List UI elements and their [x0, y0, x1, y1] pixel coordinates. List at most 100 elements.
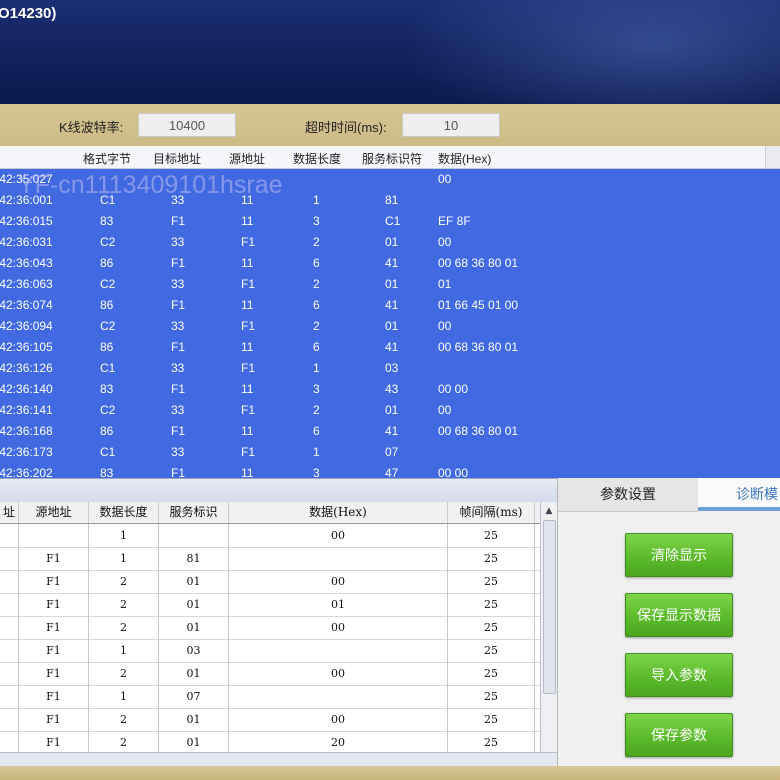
- log-cell-len: 1: [313, 445, 320, 459]
- table-cell-gap: 25: [448, 685, 535, 708]
- table-row[interactable]: F1 1 81 25: [0, 547, 540, 571]
- table-horizontal-scrollbar[interactable]: [0, 752, 557, 767]
- log-row[interactable]: :42:36:141 C2 33 F1 2 01 00: [0, 400, 780, 421]
- save-display-data-button[interactable]: 保存显示数据: [625, 593, 733, 637]
- log-cell-len: 6: [313, 424, 320, 438]
- log-cell-time: :42:36:031: [0, 235, 53, 249]
- log-cell-len: 2: [313, 235, 320, 249]
- watermark: YF-cn1113409101hsrae: [18, 171, 283, 199]
- col-header-service: 服务标识: [159, 502, 229, 523]
- log-cell-src: F1: [241, 235, 256, 249]
- table-cell-gap: 25: [448, 616, 535, 639]
- status-strip: [0, 766, 780, 780]
- table-cell-c0: [0, 685, 19, 708]
- log-cell-src: 11: [241, 298, 254, 312]
- table-cell-src: F1: [19, 685, 89, 708]
- log-cell-dst: 33: [171, 445, 185, 459]
- table-cell-sid: 01: [159, 708, 229, 731]
- log-row[interactable]: :42:36:015 83 F1 11 3 C1 EF 8F: [0, 211, 780, 232]
- log-cell-sid: 01: [385, 403, 399, 417]
- table-row[interactable]: F1 1 03 25: [0, 639, 540, 663]
- log-cell-sid: 01: [385, 277, 399, 291]
- table-cell-gap: 25: [448, 524, 535, 547]
- table-row[interactable]: 1 00 25: [0, 524, 540, 548]
- log-cell-data: 00 68 36 80 01: [438, 424, 519, 438]
- log-row[interactable]: :42:36:126 C1 33 F1 1 03: [0, 358, 780, 379]
- log-row[interactable]: :42:36:105 86 F1 11 6 41 00 68 36 80 01: [0, 337, 780, 358]
- log-cell-sid: 41: [385, 340, 399, 354]
- log-cell-dst: F1: [171, 340, 186, 354]
- splitter-bar[interactable]: [0, 478, 557, 503]
- table-cell-data: 00: [229, 616, 448, 639]
- table-row[interactable]: F1 2 01 00 25: [0, 570, 540, 594]
- log-cell-src: 11: [241, 466, 254, 478]
- table-cell-len: 1: [89, 685, 159, 708]
- log-row[interactable]: :42:36:094 C2 33 F1 2 01 00: [0, 316, 780, 337]
- log-cell-len: 6: [313, 256, 320, 270]
- timeout-input[interactable]: 10: [402, 113, 500, 137]
- table-row[interactable]: F1 2 01 00 25: [0, 708, 540, 732]
- table-row[interactable]: F1 2 01 20 25: [0, 731, 540, 752]
- table-row[interactable]: F1 1 07 25: [0, 685, 540, 709]
- log-cell-data: 00: [438, 235, 452, 249]
- log-cell-time: :42:36:074: [0, 298, 53, 312]
- baud-rate-input[interactable]: 10400: [138, 113, 236, 137]
- log-cell-src: 11: [241, 256, 254, 270]
- scroll-up-arrow-icon[interactable]: ▲: [543, 505, 555, 517]
- log-cell-data: 00 68 36 80 01: [438, 340, 519, 354]
- table-cell-c0: [0, 731, 19, 752]
- log-cell-data: 00 00: [438, 382, 469, 396]
- log-cell-sid: C1: [385, 214, 401, 228]
- log-cell-data: 00: [438, 172, 452, 186]
- log-cell-len: 1: [313, 193, 320, 207]
- log-cell-time: :42:36:043: [0, 256, 53, 270]
- timeout-label: 超时时间(ms):: [305, 120, 387, 135]
- log-cell-len: 3: [313, 382, 320, 396]
- log-row[interactable]: :42:36:173 C1 33 F1 1 07: [0, 442, 780, 463]
- log-row[interactable]: :42:36:140 83 F1 11 3 43 00 00: [0, 379, 780, 400]
- control-panel: 参数设置 诊断模 清除显示 保存显示数据 导入参数 保存参数: [557, 478, 780, 766]
- log-cell-dst: 33: [171, 361, 185, 375]
- log-cell-dst: F1: [171, 382, 186, 396]
- table-row[interactable]: F1 2 01 00 25: [0, 662, 540, 686]
- table-cell-src: F1: [19, 593, 89, 616]
- log-cell-src: 11: [241, 214, 254, 228]
- log-col-service: 服务标识符: [362, 152, 423, 166]
- log-row[interactable]: :42:36:031 C2 33 F1 2 01 00: [0, 232, 780, 253]
- table-row[interactable]: F1 2 01 00 25: [0, 616, 540, 640]
- log-cell-fmt: 86: [100, 424, 114, 438]
- log-cell-time: :42:36:168: [0, 424, 53, 438]
- table-cell-sid: 81: [159, 547, 229, 570]
- log-cell-sid: 03: [385, 361, 399, 375]
- tab-diagnostics[interactable]: 诊断模: [698, 478, 780, 511]
- import-params-button[interactable]: 导入参数: [625, 653, 733, 697]
- title-banner: O14230): [0, 0, 780, 104]
- log-col-length: 数据长度: [293, 152, 342, 166]
- table-cell-c0: [0, 593, 19, 616]
- log-row[interactable]: :42:36:074 86 F1 11 6 41 01 66 45 01 00: [0, 295, 780, 316]
- tab-parameter-settings[interactable]: 参数设置: [558, 478, 698, 512]
- log-row[interactable]: :42:36:043 86 F1 11 6 41 00 68 36 80 01: [0, 253, 780, 274]
- log-row[interactable]: :42:36:168 86 F1 11 6 41 00 68 36 80 01: [0, 421, 780, 442]
- table-row[interactable]: F1 2 01 01 25: [0, 593, 540, 617]
- log-cell-dst: F1: [171, 424, 186, 438]
- table-cell-len: 1: [89, 524, 159, 547]
- log-cell-dst: 33: [171, 277, 185, 291]
- save-params-button[interactable]: 保存参数: [625, 713, 733, 757]
- message-log[interactable]: :42:35:027 00:42:36:001 C1 33 11 1 81:42:36:01…: [0, 169, 780, 478]
- table-cell-c0: [0, 708, 19, 731]
- log-row[interactable]: :42:36:202 83 F1 11 3 47 00 00: [0, 463, 780, 478]
- table-cell-src: F1: [19, 639, 89, 662]
- table-cell-len: 2: [89, 593, 159, 616]
- log-cell-data: 00 00: [438, 466, 469, 478]
- log-cell-dst: F1: [171, 298, 186, 312]
- clear-display-button[interactable]: 清除显示: [625, 533, 733, 577]
- scroll-thumb[interactable]: [543, 520, 556, 694]
- log-row[interactable]: :42:36:063 C2 33 F1 2 01 01: [0, 274, 780, 295]
- table-vertical-scrollbar[interactable]: ▲: [540, 502, 558, 752]
- log-col-source: 源地址: [229, 152, 266, 166]
- col-header-interval: 帧间隔(ms): [448, 502, 535, 523]
- log-col-format: 格式字节: [83, 152, 132, 166]
- table-cell-data: [229, 685, 448, 708]
- log-header: 格式字节 目标地址 源地址 数据长度 服务标识符 数据(Hex): [0, 146, 780, 169]
